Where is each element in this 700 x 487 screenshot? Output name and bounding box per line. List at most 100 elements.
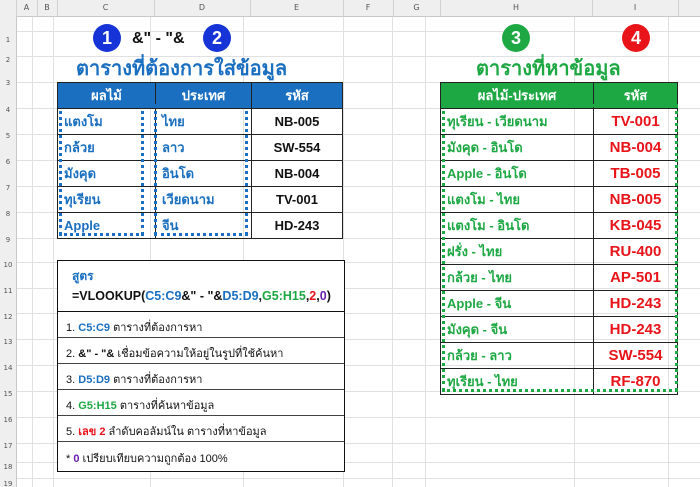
table-row: Apple - อินโด TB-005 bbox=[440, 160, 678, 187]
row-header[interactable]: 19 bbox=[0, 480, 16, 487]
cell-code[interactable]: TV-001 bbox=[251, 186, 343, 213]
col-header-h[interactable]: H bbox=[440, 0, 593, 16]
cell-country[interactable]: จีน bbox=[155, 212, 252, 239]
col-header-b[interactable]: B bbox=[37, 0, 58, 16]
table-row: กล้วย - ไทย AP-501 bbox=[440, 264, 678, 291]
cell-country[interactable]: เวียดนาม bbox=[155, 186, 252, 213]
cell-code[interactable]: HD-243 bbox=[251, 212, 343, 239]
row-header[interactable]: 8 bbox=[0, 210, 16, 218]
row-header[interactable]: 13 bbox=[0, 338, 16, 346]
cell-key[interactable]: กล้วย - ไทย bbox=[440, 264, 594, 291]
row-header[interactable]: 18 bbox=[0, 463, 16, 471]
table-row: มังคุด - จีน HD-243 bbox=[440, 316, 678, 343]
col-header-a[interactable]: A bbox=[16, 0, 38, 16]
col-header-i[interactable]: I bbox=[592, 0, 679, 16]
cell-code[interactable]: KB-045 bbox=[593, 212, 678, 239]
cell-key[interactable]: Apple - จีน bbox=[440, 290, 594, 317]
cell-country[interactable]: อินโด bbox=[155, 160, 252, 187]
cell-key[interactable]: ทุเรียน - เวียดนาม bbox=[440, 108, 594, 135]
row-header[interactable]: 4 bbox=[0, 106, 16, 114]
cell-country[interactable]: ลาว bbox=[155, 134, 252, 161]
note-row: 5. เลข 2 ลำดับคอลัมน์ใน ตารางที่หาข้อมูล bbox=[58, 415, 344, 442]
cell-code[interactable]: NB-004 bbox=[593, 134, 678, 161]
row-header-column: 1 2 3 4 5 6 7 8 9 10 11 12 13 14 15 16 1… bbox=[0, 16, 17, 487]
header-code[interactable]: รหัส bbox=[593, 82, 678, 109]
select-all-corner[interactable] bbox=[0, 0, 17, 16]
note-key: G5:H15 bbox=[78, 400, 117, 412]
col-header-f[interactable]: F bbox=[343, 0, 394, 16]
cell-code[interactable]: RU-400 bbox=[593, 238, 678, 265]
cell-fruit[interactable]: แตงโม bbox=[57, 108, 156, 135]
header-code[interactable]: รหัส bbox=[251, 82, 343, 109]
row-header[interactable]: 15 bbox=[0, 390, 16, 398]
cell-key[interactable]: ทุเรียน - ไทย bbox=[440, 368, 594, 395]
cell-key[interactable]: ฝรั่ง - ไทย bbox=[440, 238, 594, 265]
cell-fruit[interactable]: ทุเรียน bbox=[57, 186, 156, 213]
cell-code[interactable]: TB-005 bbox=[593, 160, 678, 187]
cell-fruit[interactable]: มังคุด bbox=[57, 160, 156, 187]
note-key: &" - "& bbox=[78, 348, 115, 360]
header-country[interactable]: ประเทศ bbox=[155, 82, 252, 109]
note-key: D5:D9 bbox=[78, 374, 111, 386]
right-source-table: ผลไม้-ประเทศ รหัส ทุเรียน - เวียดนาม TV-0… bbox=[440, 82, 678, 395]
col-header-e[interactable]: E bbox=[250, 0, 344, 16]
col-header-c[interactable]: C bbox=[57, 0, 155, 16]
note-num: 5. bbox=[66, 426, 76, 438]
row-header[interactable]: 10 bbox=[0, 261, 16, 269]
table-row: ทุเรียน - เวียดนาม TV-001 bbox=[440, 108, 678, 135]
cell-code[interactable]: HD-243 bbox=[593, 316, 678, 343]
formula-label: สูตร bbox=[72, 269, 94, 283]
spreadsheet-sheet[interactable]: A B C D E F G H I 1 2 3 4 5 6 7 8 9 10 1… bbox=[0, 0, 700, 487]
row-header[interactable]: 12 bbox=[0, 313, 16, 321]
right-table-title: ตารางที่หาข้อมูล bbox=[476, 58, 621, 80]
row-header[interactable]: 14 bbox=[0, 364, 16, 372]
header-fruit[interactable]: ผลไม้ bbox=[57, 82, 156, 109]
note-key: C5:C9 bbox=[78, 322, 111, 334]
cell-code[interactable]: SW-554 bbox=[251, 134, 343, 161]
note-key: เลข 2 bbox=[78, 426, 106, 438]
cell-fruit[interactable]: Apple bbox=[57, 212, 156, 239]
cell-code[interactable]: HD-243 bbox=[593, 290, 678, 317]
cell-key[interactable]: แตงโม - อินโด bbox=[440, 212, 594, 239]
cell-code[interactable]: AP-501 bbox=[593, 264, 678, 291]
cell-key[interactable]: แตงโม - ไทย bbox=[440, 186, 594, 213]
table-row: แตงโม - ไทย NB-005 bbox=[440, 186, 678, 213]
row-header[interactable]: 16 bbox=[0, 416, 16, 424]
cell-code[interactable]: RF-870 bbox=[593, 368, 678, 395]
cell-code[interactable]: NB-005 bbox=[593, 186, 678, 213]
left-lookup-table: ผลไม้ ประเทศ รหัส แตงโม ไทย NB-005 กล้วย… bbox=[57, 82, 343, 239]
badge-one: 1 bbox=[93, 24, 121, 52]
row-header[interactable]: 2 bbox=[0, 56, 16, 64]
formula-c5c9: C5:C9 bbox=[145, 289, 182, 303]
row-header[interactable]: 17 bbox=[0, 442, 16, 450]
col-header-g[interactable]: G bbox=[393, 0, 441, 16]
cell-key[interactable]: มังคุด - จีน bbox=[440, 316, 594, 343]
cell-code[interactable]: NB-004 bbox=[251, 160, 343, 187]
cell-key[interactable]: กล้วย - ลาว bbox=[440, 342, 594, 369]
note-text: เชื่อมข้อความให้อยู่ในรูปที่ใช้ค้นหา bbox=[114, 348, 284, 360]
formula-prefix: =VLOOKUP( bbox=[72, 289, 146, 303]
cell-key[interactable]: Apple - อินโด bbox=[440, 160, 594, 187]
cell-country[interactable]: ไทย bbox=[155, 108, 252, 135]
cell-fruit[interactable]: กล้วย bbox=[57, 134, 156, 161]
cell-code[interactable]: TV-001 bbox=[593, 108, 678, 135]
cell-key[interactable]: มังคุด - อินโด bbox=[440, 134, 594, 161]
row-header[interactable]: 1 bbox=[0, 36, 16, 44]
column-header-row: A B C D E F G H I bbox=[0, 0, 700, 17]
col-header-d[interactable]: D bbox=[154, 0, 251, 16]
row-header[interactable]: 7 bbox=[0, 184, 16, 192]
row-header[interactable]: 5 bbox=[0, 132, 16, 140]
row-header[interactable]: 11 bbox=[0, 287, 16, 295]
row-header[interactable]: 3 bbox=[0, 79, 16, 87]
formula-concat: &" - "& bbox=[181, 289, 223, 303]
note-num: * bbox=[66, 453, 71, 465]
cell-code[interactable]: SW-554 bbox=[593, 342, 678, 369]
row-header[interactable]: 6 bbox=[0, 158, 16, 166]
cell-code[interactable]: NB-005 bbox=[251, 108, 343, 135]
formula-text[interactable]: =VLOOKUP(C5:C9&" - "&D5:D9,G5:H15,2,0) bbox=[72, 289, 331, 303]
header-fruit-country[interactable]: ผลไม้-ประเทศ bbox=[440, 82, 594, 109]
note-num: 4. bbox=[66, 400, 76, 412]
table-row: มังคุด - อินโด NB-004 bbox=[440, 134, 678, 161]
table-row: แตงโม - อินโด KB-045 bbox=[440, 212, 678, 239]
row-header[interactable]: 9 bbox=[0, 236, 16, 244]
